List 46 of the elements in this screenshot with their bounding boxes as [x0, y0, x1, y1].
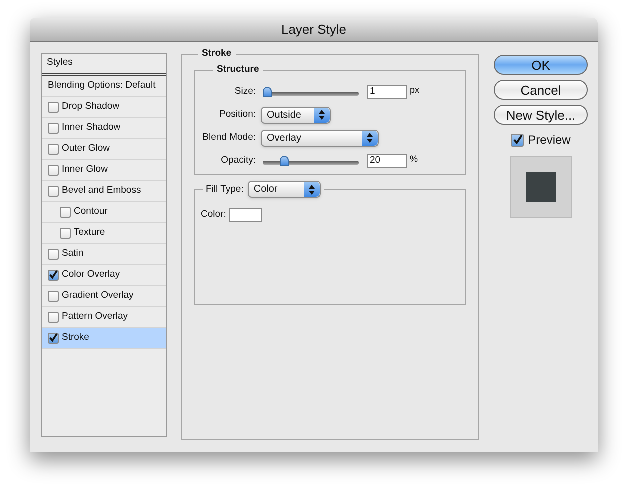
unit-label: % [410, 152, 418, 166]
checkbox[interactable] [60, 228, 71, 238]
checkbox[interactable] [48, 122, 59, 134]
checkmark-icon [49, 333, 58, 343]
color-label: Color: [201, 208, 226, 222]
dropdown[interactable]: Outside [261, 106, 331, 124]
checkbox[interactable] [60, 206, 71, 218]
checkmark-icon [49, 270, 58, 280]
slider[interactable] [263, 86, 359, 98]
checkbox[interactable] [48, 312, 59, 322]
field-label: Blend Mode: [202, 130, 257, 145]
preview-label: Preview [528, 132, 571, 149]
checkbox[interactable] [48, 186, 59, 196]
slider[interactable] [263, 156, 359, 166]
checkbox[interactable] [48, 290, 59, 302]
checkmark-icon [512, 135, 523, 145]
preview-swatch [526, 172, 556, 202]
checkbox[interactable] [48, 248, 59, 260]
number-field[interactable]: 20 [367, 154, 407, 168]
stepper-arrows-icon [319, 110, 325, 120]
slider-thumb[interactable] [280, 156, 290, 166]
slider-thumb[interactable] [263, 86, 272, 96]
style-list-item[interactable]: Stroke [42, 328, 166, 349]
structure-group: Structure Size: 1 px Position: Outside Blend Mode: Overlay Opacity: 20 % [194, 63, 466, 176]
color-swatch[interactable] [229, 208, 262, 222]
field-label: Opacity: [220, 154, 257, 168]
fill-type-label: Fill Type: [206, 182, 244, 197]
stepper-arrows-icon [308, 184, 315, 195]
checkbox[interactable] [511, 134, 524, 146]
checkbox[interactable] [48, 270, 59, 280]
number-field[interactable]: 1 [367, 85, 407, 99]
window-title: Layer Style [281, 20, 347, 39]
dialog-button[interactable]: OK [494, 55, 588, 75]
checkbox[interactable] [48, 144, 59, 154]
stroke-group: Stroke Structure Size: 1 px Position: Outside Blend Mode: Overlay Opacity: 20 % Fill Type: Color Color: [181, 47, 479, 440]
field-label: Size: [234, 84, 257, 99]
field-label: Position: [218, 108, 257, 122]
stepper-arrows-icon [367, 133, 373, 143]
checkbox[interactable] [48, 102, 59, 112]
dropdown[interactable]: Color [248, 181, 321, 198]
unit-label: px [410, 84, 420, 97]
checkbox[interactable] [48, 332, 59, 344]
dropdown[interactable]: Overlay [261, 130, 379, 146]
dialog-button[interactable]: New Style... [494, 105, 588, 125]
dialog-button[interactable]: Cancel [494, 80, 588, 100]
checkbox[interactable] [48, 164, 59, 176]
